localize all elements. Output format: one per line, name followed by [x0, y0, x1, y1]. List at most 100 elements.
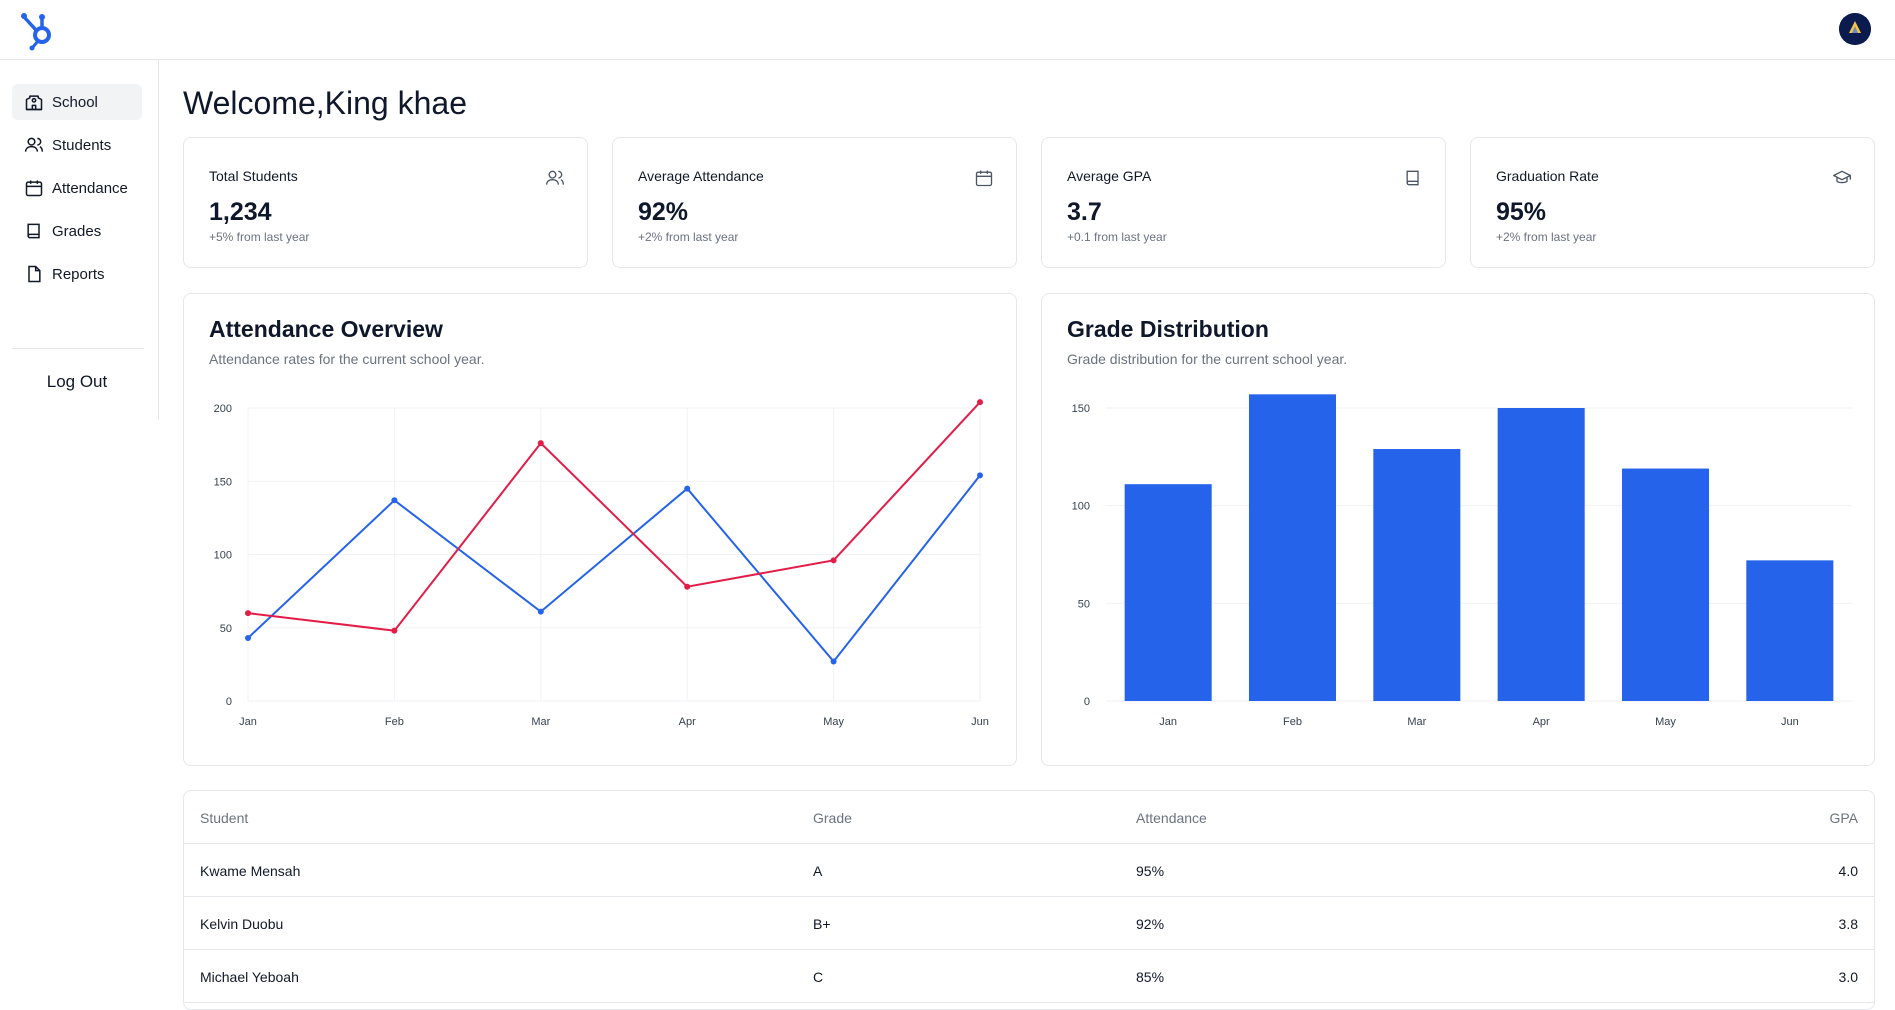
stat-title: Average Attendance [638, 168, 764, 184]
sidebar-item-label: Students [52, 136, 112, 154]
sidebar-item-attendance[interactable]: Attendance [12, 170, 142, 206]
attendance-overview-card: Attendance Overview Attendance rates for… [183, 293, 1017, 766]
stat-note: +2% from last year [638, 230, 739, 244]
x-tick-label: Mar [531, 716, 550, 728]
sidebar-item-label: Attendance [52, 179, 128, 197]
column-header-attendance[interactable]: Attendance [1136, 791, 1207, 844]
sidebar-divider [12, 348, 144, 349]
page-title: Welcome,King khae [183, 85, 467, 121]
data-point [245, 635, 251, 642]
x-tick-label: Jun [971, 716, 989, 728]
calendar-icon [25, 180, 43, 197]
stat-card-average-attendance: Average Attendance 92% +2% from last yea… [612, 137, 1017, 268]
stat-card-graduation-rate: Graduation Rate 95% +2% from last year [1470, 137, 1875, 268]
cell-student: Kwame Mensah [200, 862, 301, 879]
x-tick-label: Feb [1283, 716, 1302, 728]
column-header-grade[interactable]: Grade [813, 791, 852, 844]
stat-value: 95% [1496, 198, 1547, 226]
grade-bar-chart: 0 50 100 150 Jan Feb Mar Apr May Jun [1072, 394, 1852, 728]
y-tick-label: 50 [1078, 598, 1090, 610]
sidebar-item-reports[interactable]: Reports [12, 256, 142, 292]
x-tick-label: May [823, 716, 844, 728]
stat-card-average-gpa: Average GPA 3.7 +0.1 from last year [1041, 137, 1446, 268]
bar [1746, 560, 1834, 701]
cell-gpa: 3.0 [1838, 968, 1858, 985]
sidebar-item-grades[interactable]: Grades [12, 213, 142, 249]
graduation-cap-icon [1833, 170, 1851, 184]
data-point [391, 627, 398, 634]
stat-card-total-students: Total Students 1,234 +5% from last year [183, 137, 588, 268]
data-point [830, 557, 837, 564]
data-point [391, 497, 398, 504]
table-row[interactable]: Michael Yeboah C 85% 3.0 [184, 950, 1874, 1003]
y-tick-label: 200 [214, 403, 232, 415]
table-row[interactable]: Kelvin Duobu B+ 92% 3.8 [184, 897, 1874, 950]
cell-attendance: 95% [1136, 862, 1165, 879]
users-icon [546, 170, 564, 185]
column-header-gpa[interactable]: GPA [1829, 791, 1858, 844]
x-tick-label: Jan [239, 716, 257, 728]
cell-grade: A [813, 862, 823, 879]
data-point [684, 583, 691, 590]
sidebar-item-label: School [52, 93, 98, 111]
book-icon [1406, 170, 1419, 186]
sidebar-item-students[interactable]: Students [12, 127, 142, 163]
users-icon [24, 137, 44, 152]
y-tick-label: 0 [226, 696, 232, 708]
y-tick-label: 100 [1072, 501, 1090, 513]
bar [1621, 468, 1710, 701]
stat-note: +0.1 from last year [1067, 230, 1167, 244]
top-bar [0, 0, 1895, 60]
students-table: Student Grade Attendance GPA Kwame Mensa… [183, 790, 1875, 1010]
data-point [977, 472, 983, 479]
y-tick-label: 150 [214, 476, 232, 488]
table-header-row: Student Grade Attendance GPA [184, 791, 1874, 844]
bar [1248, 394, 1337, 701]
y-tick-label: 50 [220, 623, 232, 635]
grade-distribution-card: Grade Distribution Grade distribution fo… [1041, 293, 1875, 766]
series-line-1 [247, 401, 981, 632]
series-line-0 [247, 474, 981, 664]
bar [1497, 408, 1585, 701]
x-tick-label: May [1655, 716, 1676, 728]
column-header-student[interactable]: Student [200, 791, 248, 844]
data-point [830, 658, 837, 665]
y-tick-label: 150 [1072, 403, 1090, 415]
user-avatar-icon[interactable] [1839, 13, 1871, 45]
stat-value: 3.7 [1067, 198, 1102, 226]
cell-attendance: 85% [1136, 968, 1165, 985]
book-icon [27, 223, 40, 239]
cell-gpa: 3.8 [1838, 915, 1858, 932]
cell-gpa: 4.0 [1838, 862, 1858, 879]
hubspot-sprocket-icon[interactable] [18, 8, 62, 52]
y-tick-label: 100 [214, 550, 232, 562]
school-icon [25, 95, 43, 111]
stat-title: Average GPA [1067, 168, 1152, 184]
sidebar-item-label: Grades [52, 222, 102, 240]
cell-grade: C [813, 968, 824, 985]
bar [1124, 484, 1212, 701]
table-row[interactable]: Kwame Mensah A 95% 4.0 [184, 844, 1874, 897]
data-point [977, 399, 983, 406]
y-tick-label: 0 [1084, 696, 1090, 708]
stat-value: 92% [638, 198, 689, 226]
calendar-icon [975, 170, 993, 187]
stat-note: +2% from last year [1496, 230, 1597, 244]
sidebar: School Students Attendance Grades Report… [0, 60, 159, 420]
cell-attendance: 92% [1136, 915, 1165, 932]
x-tick-label: Jun [1781, 716, 1799, 728]
stat-note: +5% from last year [209, 230, 310, 244]
logout-button[interactable]: Log Out [12, 364, 142, 400]
x-tick-label: Jan [1159, 716, 1177, 728]
stat-value: 1,234 [209, 198, 272, 226]
x-tick-label: Apr [679, 716, 696, 728]
sidebar-item-school[interactable]: School [12, 84, 142, 120]
x-tick-label: Mar [1407, 716, 1426, 728]
data-point [684, 485, 691, 492]
bar [1373, 449, 1461, 701]
attendance-line-chart: 0 50 100 150 200 Jan Feb Mar Apr May Jun [214, 399, 989, 728]
stat-title: Total Students [209, 168, 298, 184]
cell-student: Michael Yeboah [200, 968, 299, 985]
x-tick-label: Apr [1533, 716, 1550, 728]
cell-grade: B+ [813, 915, 831, 932]
